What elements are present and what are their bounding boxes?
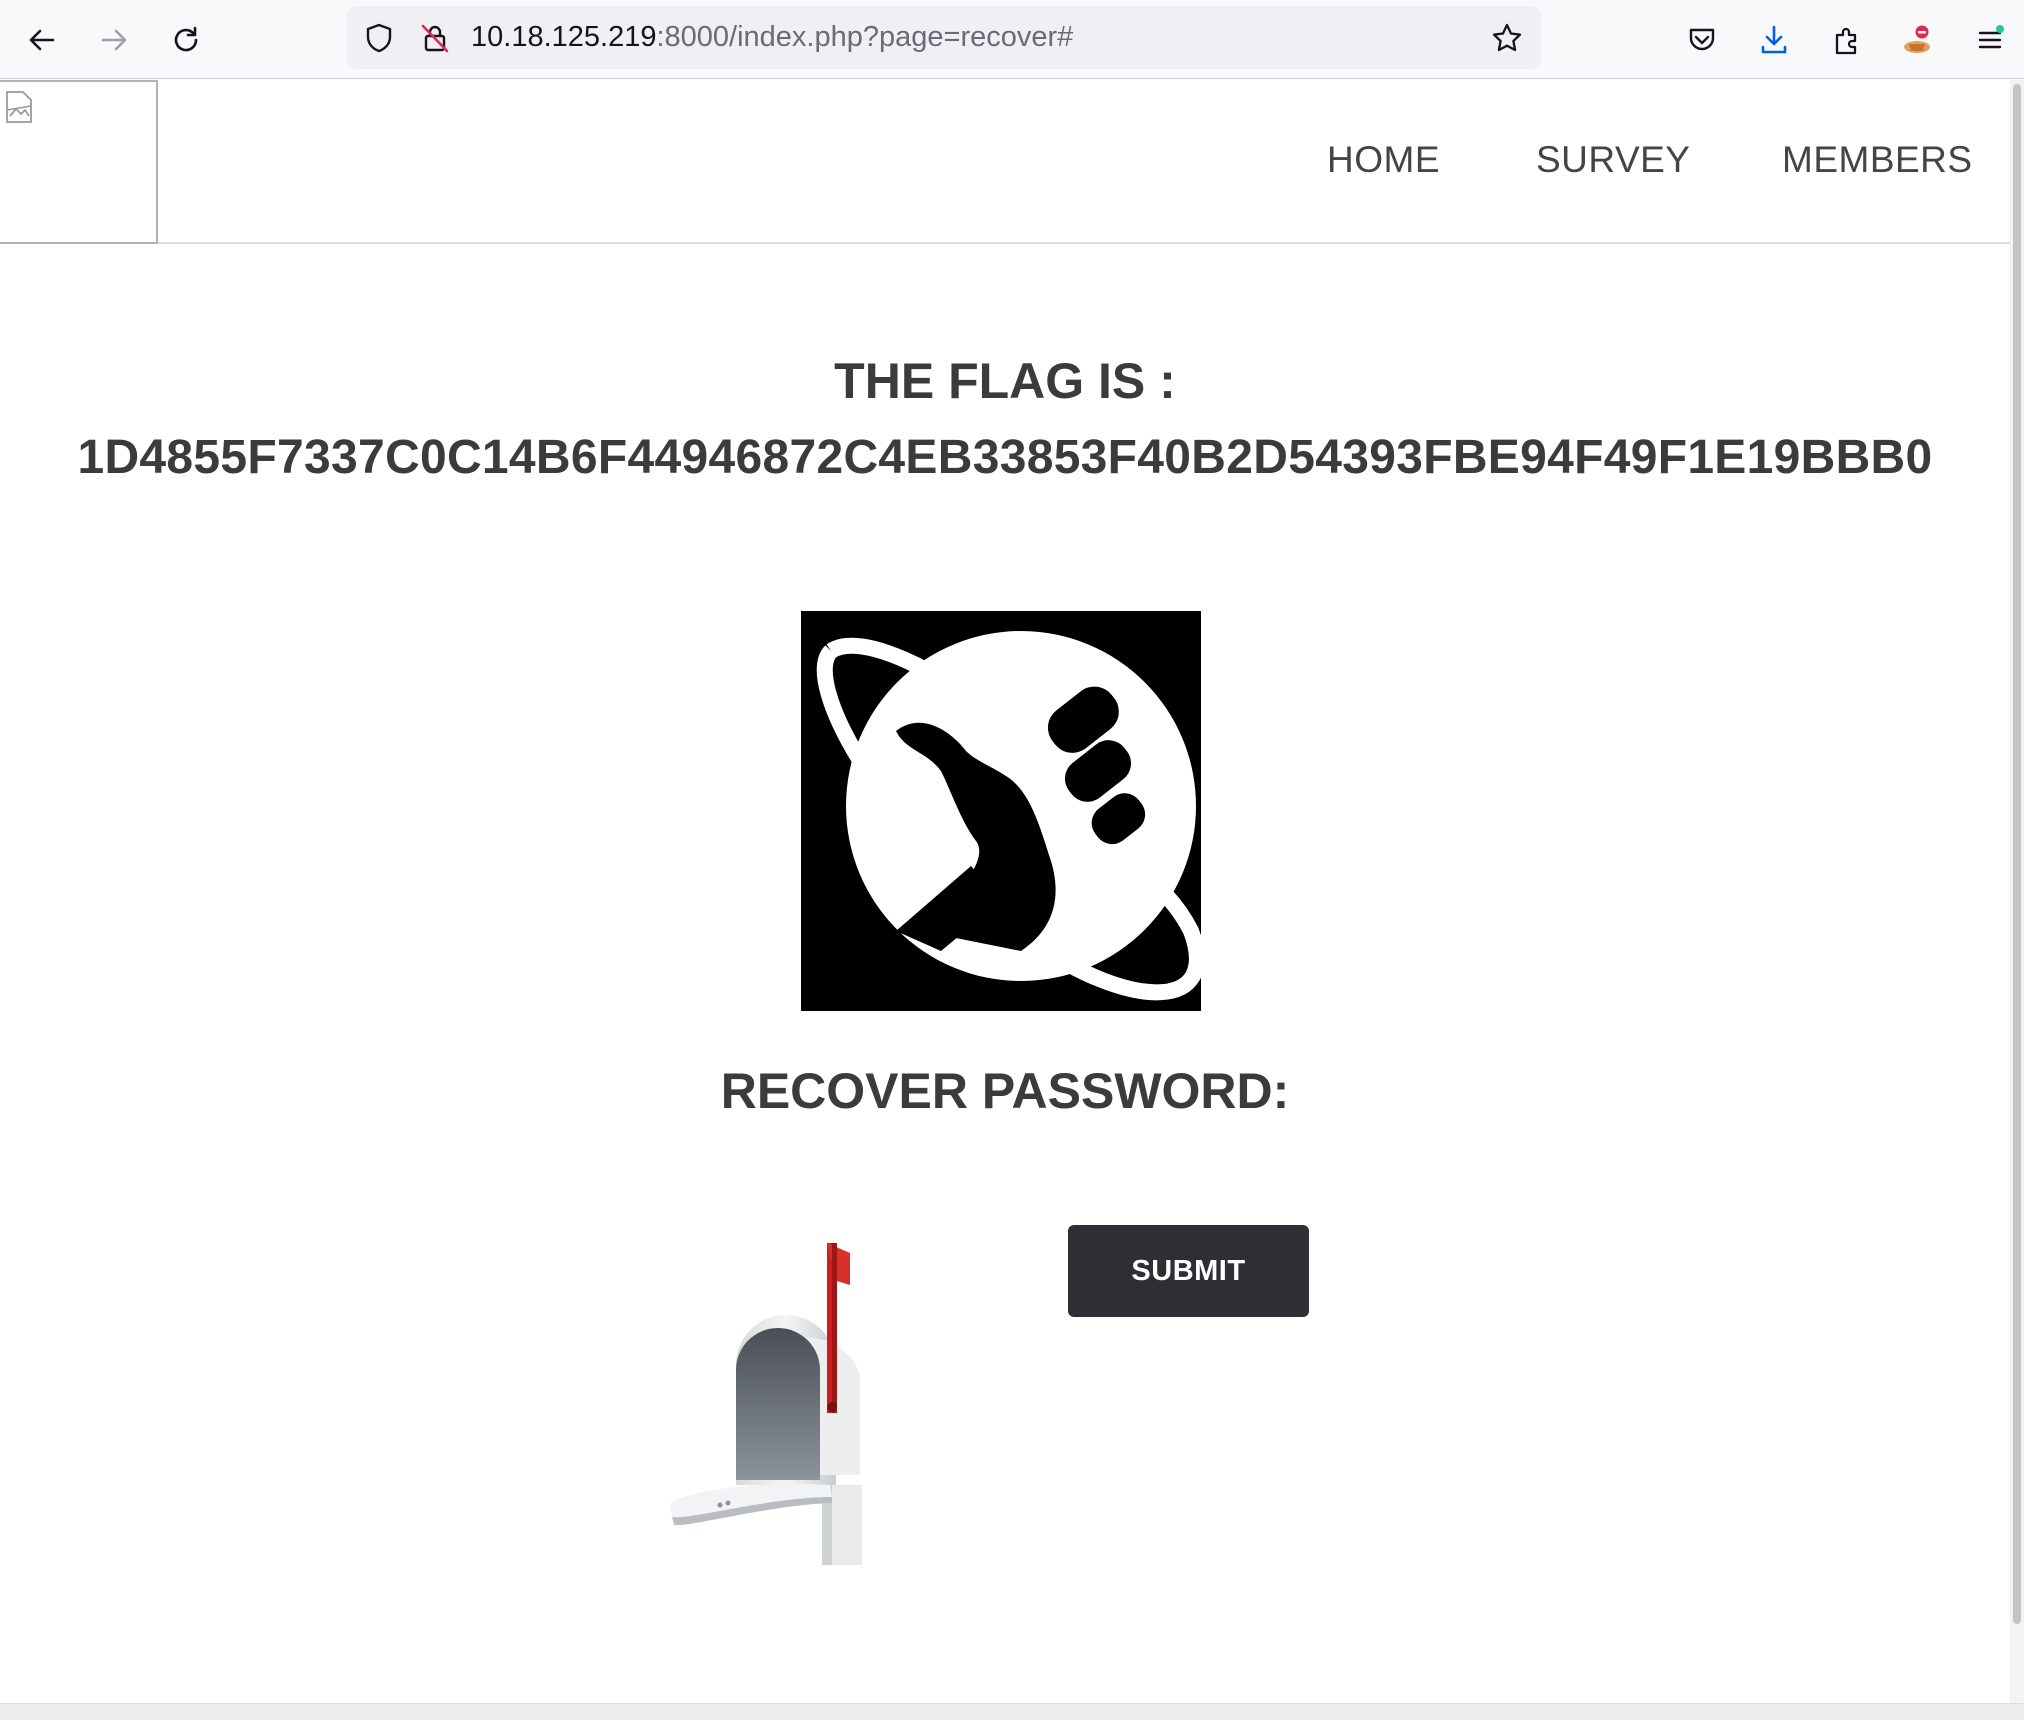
nav-home-link[interactable]: HOME	[1327, 136, 1440, 184]
flag-value: 1D4855F7337C0C14B6F44946872C4EB33853F40B…	[77, 431, 1933, 484]
forward-arrow-icon	[101, 29, 127, 51]
url-text[interactable]: 10.18.125.219:8000/index.php?page=recove…	[471, 6, 1073, 69]
profile-icon	[1904, 25, 1930, 53]
vertical-scrollbar[interactable]	[2010, 80, 2024, 1703]
extensions-icon	[1835, 27, 1857, 55]
thumbs-up-planet-logo	[801, 611, 1201, 1011]
url-host: 10.18.125.219	[471, 21, 657, 53]
shield-icon[interactable]	[361, 20, 397, 56]
bookmark-star-icon[interactable]	[1489, 20, 1525, 56]
back-arrow-icon	[29, 29, 55, 51]
back-button[interactable]	[14, 14, 70, 66]
mailbox-image	[670, 1243, 862, 1565]
horizontal-scrollbar[interactable]	[0, 1703, 2024, 1720]
scrollbar-thumb[interactable]	[2013, 84, 2021, 1624]
menu-icon	[1978, 25, 2004, 49]
browser-toolbar: 10.18.125.219:8000/index.php?page=recove…	[0, 0, 2024, 79]
pocket-button[interactable]	[1674, 14, 1730, 66]
recover-password-title: RECOVER PASSWORD:	[720, 1063, 1290, 1119]
reload-icon	[174, 26, 198, 52]
app-menu-button[interactable]	[1962, 14, 2018, 66]
forward-button[interactable]	[86, 14, 142, 66]
downloads-button[interactable]	[1746, 14, 1802, 66]
reload-button[interactable]	[158, 14, 214, 66]
broken-image-icon	[6, 91, 32, 123]
flag-title: THE FLAG IS :	[834, 353, 1176, 409]
site-header: HOME SURVEY MEMBERS	[0, 80, 2010, 244]
pocket-icon	[1689, 28, 1715, 51]
site-logo[interactable]	[0, 80, 158, 244]
submit-button[interactable]: SUBMIT	[1068, 1225, 1309, 1317]
nav-survey-link[interactable]: SURVEY	[1536, 136, 1691, 184]
download-icon	[1761, 25, 1787, 54]
address-bar[interactable]: 10.18.125.219:8000/index.php?page=recove…	[347, 6, 1541, 69]
extensions-button[interactable]	[1818, 14, 1874, 66]
nav-members-link[interactable]: MEMBERS	[1782, 136, 1973, 184]
page-content: HOME SURVEY MEMBERS THE FLAG IS : 1D4855…	[0, 80, 2010, 1703]
insecure-lock-icon[interactable]	[417, 20, 453, 56]
url-path: :8000/index.php?page=recover#	[656, 21, 1074, 53]
profile-button[interactable]	[1890, 14, 1946, 66]
